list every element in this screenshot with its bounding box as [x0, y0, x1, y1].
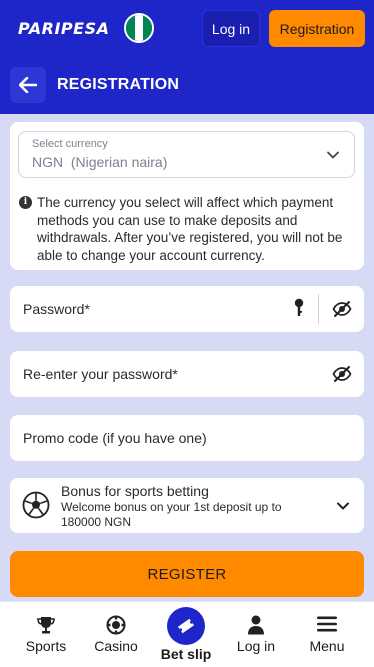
bonus-description: Welcome bonus on your 1st deposit up to … [61, 500, 282, 529]
login-button[interactable]: Log in [202, 10, 260, 47]
chevron-down-icon [337, 502, 349, 510]
field-divider [318, 294, 319, 324]
nav-label-betslip: Bet slip [160, 646, 212, 662]
nav-item-sports[interactable]: Sports [11, 602, 81, 667]
eye-off-icon[interactable] [332, 300, 352, 318]
currency-select-label: Select currency [32, 138, 108, 150]
betslip-badge [167, 607, 205, 645]
promo-code-field[interactable]: Promo code (if you have one) [10, 415, 364, 461]
bonus-title: Bonus for sports betting [61, 483, 209, 499]
registration-button[interactable]: Registration [269, 10, 365, 47]
currency-info-text: The currency you select will affect whic… [37, 195, 343, 263]
page-title: REGISTRATION [57, 76, 180, 93]
nav-label-sports: Sports [25, 638, 67, 654]
eye-off-icon[interactable] [332, 365, 352, 383]
nav-item-betslip[interactable]: Bet slip [151, 602, 221, 667]
currency-select[interactable]: Select currency NGN (Nigerian naira) [18, 131, 355, 178]
arrow-left-icon [19, 77, 37, 93]
nav-label-casino: Casino [94, 638, 138, 654]
key-icon[interactable] [294, 298, 304, 318]
page-header: REGISTRATION [0, 58, 374, 114]
repassword-placeholder: Re-enter your password* [23, 366, 178, 382]
nav-item-casino[interactable]: Casino [81, 602, 151, 667]
info-icon: i [19, 196, 32, 209]
bottom-nav: Sports Casino Bet slip Log in Menu [0, 601, 374, 667]
bonus-selector[interactable]: Bonus for sports betting Welcome bonus o… [10, 478, 364, 533]
nav-item-menu[interactable]: Menu [292, 602, 362, 667]
currency-select-value: NGN (Nigerian naira) [32, 154, 168, 170]
hamburger-menu-icon [317, 616, 337, 632]
casino-chip-icon [106, 615, 126, 635]
nav-item-login[interactable]: Log in [221, 602, 291, 667]
logo[interactable]: PARIPESA [18, 19, 109, 38]
repassword-field[interactable]: Re-enter your password* [10, 351, 364, 397]
password-placeholder: Password* [23, 301, 90, 317]
currency-card: Select currency NGN (Nigerian naira) i T… [10, 122, 364, 270]
user-icon [248, 615, 264, 635]
back-button[interactable] [10, 67, 46, 103]
ticket-icon [177, 618, 195, 634]
soccer-ball-icon [22, 491, 50, 519]
register-button[interactable]: REGISTER [10, 551, 364, 597]
chevron-down-icon [327, 151, 339, 159]
top-bar: PARIPESA Log in Registration [0, 0, 374, 58]
trophy-icon [37, 617, 55, 634]
nav-label-menu: Menu [309, 638, 345, 654]
password-field[interactable]: Password* [10, 286, 364, 332]
nav-label-login: Log in [236, 638, 276, 654]
nigeria-flag-icon[interactable] [124, 13, 154, 43]
promo-code-placeholder: Promo code (if you have one) [23, 430, 207, 446]
